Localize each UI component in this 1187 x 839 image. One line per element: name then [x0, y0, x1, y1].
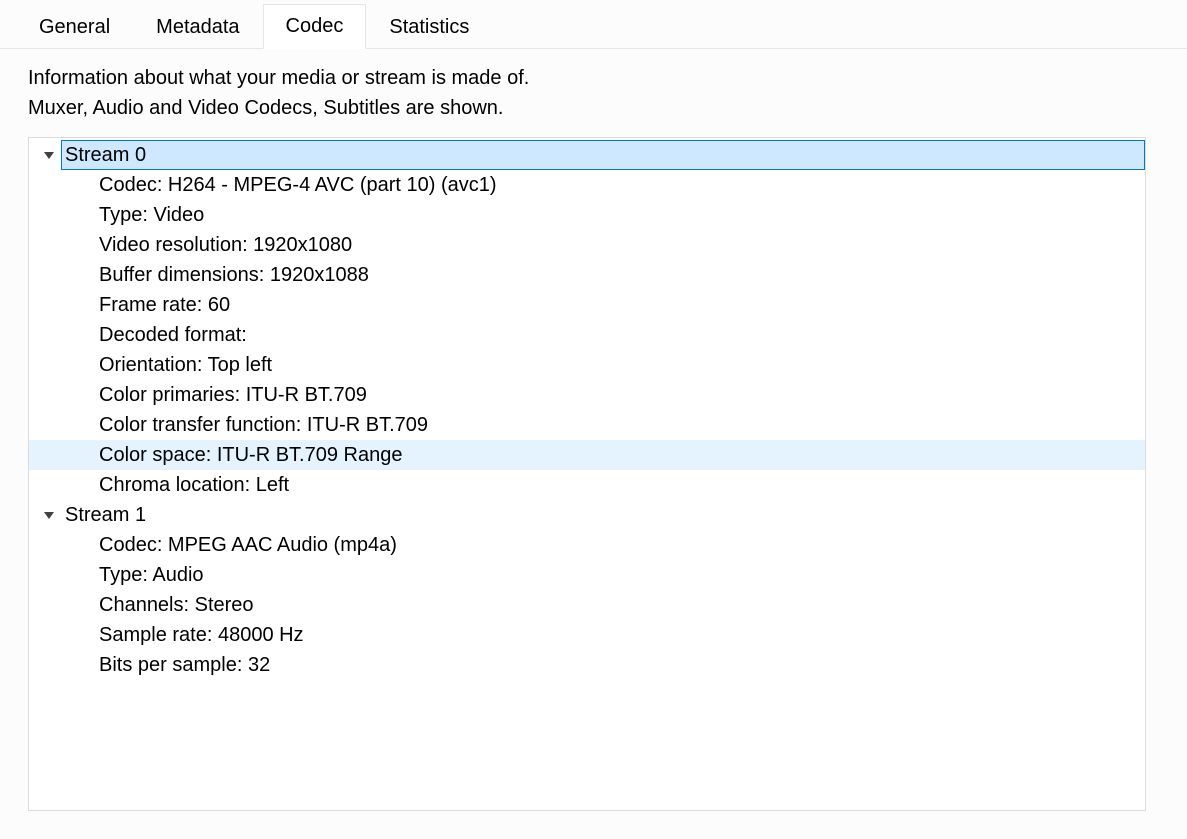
stream-1-prop-codec[interactable]: Codec: MPEG AAC Audio (mp4a) — [29, 530, 1145, 560]
stream-0-prop-buffer-dimensions[interactable]: Buffer dimensions: 1920x1088 — [29, 260, 1145, 290]
tab-general-label: General — [39, 16, 110, 38]
media-info-window: General Metadata Codec Statistics Inform… — [0, 0, 1187, 839]
tab-metadata-label: Metadata — [156, 16, 239, 38]
codec-tree[interactable]: Stream 0 Codec: H264 - MPEG-4 AVC (part … — [28, 137, 1146, 811]
codec-description: Information about what your media or str… — [28, 63, 1175, 123]
stream-0-prop-codec[interactable]: Codec: H264 - MPEG-4 AVC (part 10) (avc1… — [29, 170, 1145, 200]
tab-codec[interactable]: Codec — [263, 4, 367, 49]
desc-line2: Muxer, Audio and Video Codecs, Subtitles… — [28, 97, 503, 119]
tab-metadata[interactable]: Metadata — [133, 5, 262, 49]
stream-0-prop-color-transfer[interactable]: Color transfer function: ITU-R BT.709 — [29, 410, 1145, 440]
tab-general[interactable]: General — [16, 5, 133, 49]
stream-0-prop-decoded-format[interactable]: Decoded format: — [29, 320, 1145, 350]
chevron-down-icon — [44, 512, 54, 519]
codec-tab-content: Information about what your media or str… — [0, 49, 1187, 823]
stream-0-prop-chroma-location[interactable]: Chroma location: Left — [29, 470, 1145, 500]
stream-0-prop-type[interactable]: Type: Video — [29, 200, 1145, 230]
stream-0-prop-color-primaries[interactable]: Color primaries: ITU-R BT.709 — [29, 380, 1145, 410]
tab-statistics[interactable]: Statistics — [366, 5, 492, 49]
chevron-down-icon — [44, 152, 54, 159]
stream-0-prop-video-resolution[interactable]: Video resolution: 1920x1080 — [29, 230, 1145, 260]
stream-0-prop-frame-rate[interactable]: Frame rate: 60 — [29, 290, 1145, 320]
expand-toggle-icon[interactable] — [37, 140, 61, 170]
stream-1-prop-bits-per-sample[interactable]: Bits per sample: 32 — [29, 650, 1145, 680]
tab-statistics-label: Statistics — [389, 16, 469, 38]
expand-toggle-icon[interactable] — [37, 500, 61, 530]
tab-bar: General Metadata Codec Statistics — [0, 0, 1187, 49]
stream-1-title[interactable]: Stream 1 — [61, 500, 1145, 530]
stream-0-prop-orientation[interactable]: Orientation: Top left — [29, 350, 1145, 380]
stream-0-title[interactable]: Stream 0 — [61, 140, 1145, 170]
stream-1-prop-type[interactable]: Type: Audio — [29, 560, 1145, 590]
stream-1-prop-sample-rate[interactable]: Sample rate: 48000 Hz — [29, 620, 1145, 650]
stream-1-header[interactable]: Stream 1 — [29, 500, 1145, 530]
stream-1-prop-channels[interactable]: Channels: Stereo — [29, 590, 1145, 620]
desc-line1: Information about what your media or str… — [28, 67, 529, 89]
tab-codec-label: Codec — [286, 15, 344, 37]
stream-0-header[interactable]: Stream 0 — [29, 140, 1145, 170]
stream-0-prop-color-space[interactable]: Color space: ITU-R BT.709 Range — [29, 440, 1145, 470]
